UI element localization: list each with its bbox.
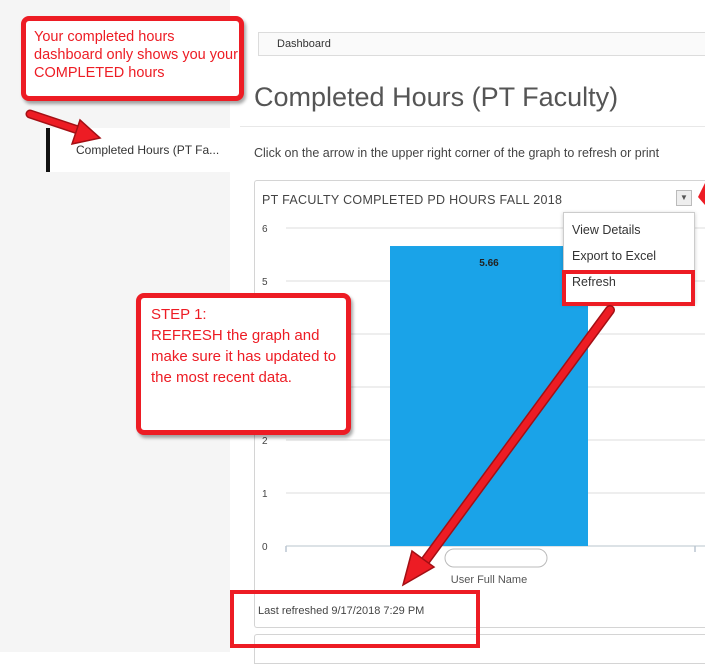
arrow-to-last-refreshed — [401, 305, 615, 587]
callout-completed-hours-text: Your completed hours dashboard only show… — [34, 29, 238, 81]
arrow-to-menu-button — [698, 183, 705, 205]
arrow-to-sidebar — [25, 109, 102, 146]
callout-step1-text: STEP 1: REFRESH the graph and make sure … — [151, 306, 337, 386]
